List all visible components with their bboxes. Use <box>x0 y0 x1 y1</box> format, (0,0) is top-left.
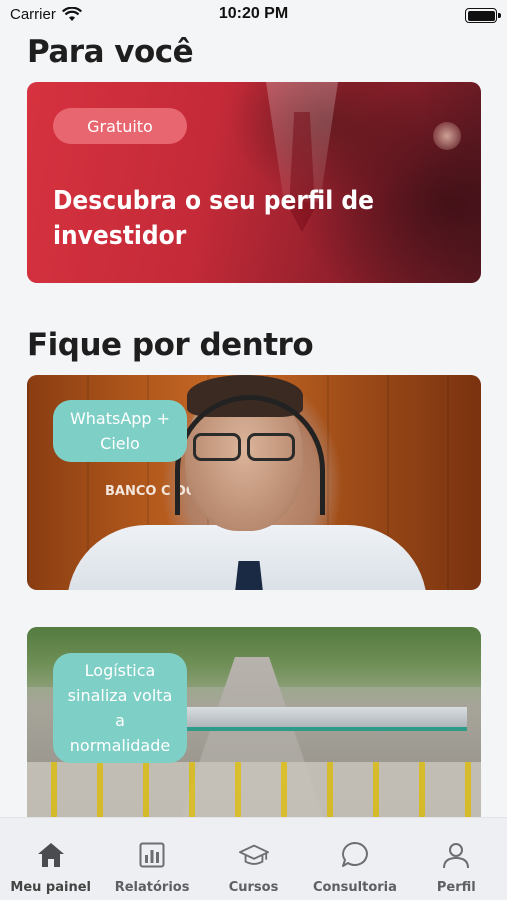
tab-relatorios[interactable]: Relatórios <box>101 818 202 900</box>
battery-icon <box>465 8 501 23</box>
tab-cursos[interactable]: Cursos <box>203 818 304 900</box>
promo-title: Descubra o seu perfil de investidor <box>53 186 375 251</box>
section-title-stay-informed: Fique por dentro <box>27 327 314 363</box>
tab-consultoria[interactable]: Consultoria <box>304 818 405 900</box>
chat-bubble-icon <box>340 840 370 870</box>
status-bar: Carrier 10:20 PM <box>0 0 507 30</box>
tab-bar: Meu painel Relatórios Cursos Consultoria… <box>0 817 507 900</box>
tab-meu-painel[interactable]: Meu painel <box>0 818 101 900</box>
bar-chart-icon <box>137 840 167 870</box>
tab-label: Relatórios <box>114 880 190 895</box>
tab-label: Cursos <box>228 880 279 895</box>
graduation-cap-icon <box>238 840 269 870</box>
user-icon <box>441 840 471 870</box>
tab-label: Perfil <box>436 880 476 895</box>
home-icon <box>36 840 66 870</box>
tab-label: Meu painel <box>10 880 91 895</box>
investor-profile-card[interactable]: Gratuito Descubra o seu perfil de invest… <box>27 82 481 283</box>
tab-perfil[interactable]: Perfil <box>406 818 507 900</box>
section-title-for-you: Para você <box>27 34 194 70</box>
news-tag: Logística sinaliza volta a normalidade <box>53 653 187 763</box>
main-scroll[interactable]: Para você Gratuito Descubra o seu perfil… <box>0 30 507 817</box>
news-tag: WhatsApp + Cielo <box>53 400 187 462</box>
tab-label: Consultoria <box>312 880 397 895</box>
free-badge: Gratuito <box>53 108 187 144</box>
news-card-whatsapp-cielo[interactable]: BANCO C DO BRA WhatsApp + Cielo <box>27 375 481 590</box>
news-card-logistics[interactable]: Logística sinaliza volta a normalidade <box>27 627 481 817</box>
status-time: 10:20 PM <box>218 5 289 22</box>
